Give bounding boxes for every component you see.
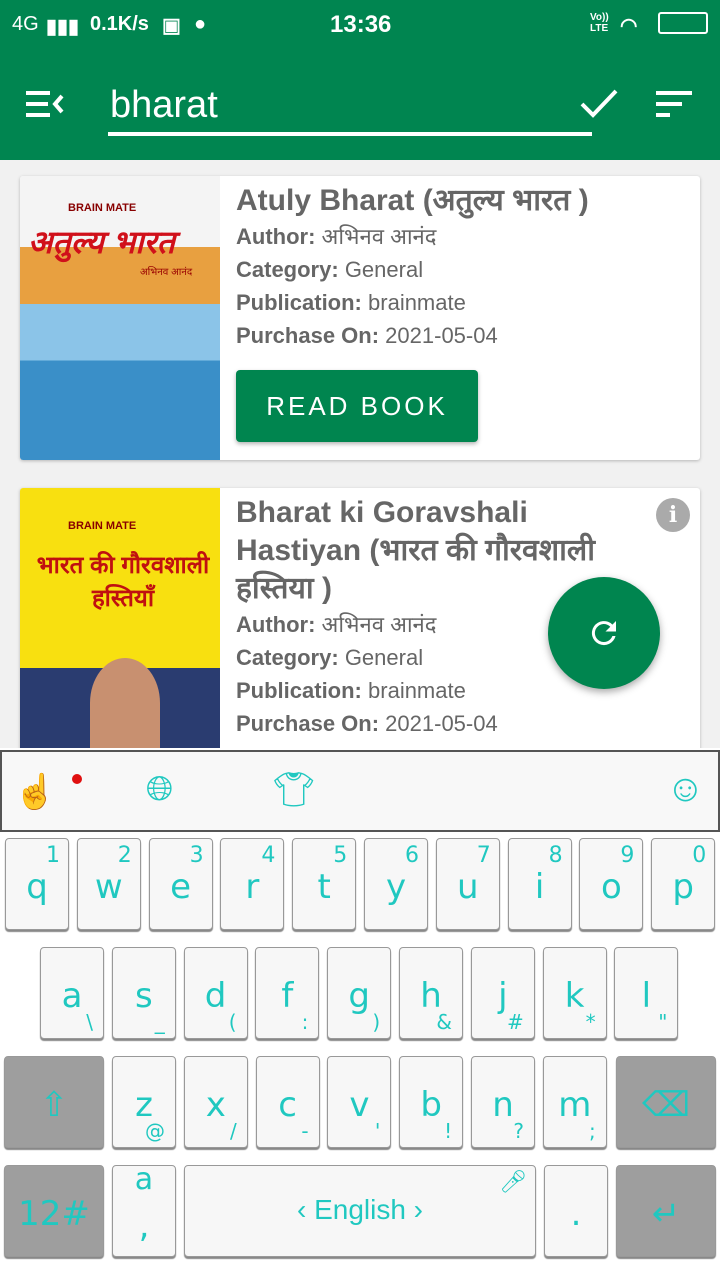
- period-key[interactable]: .: [544, 1165, 608, 1257]
- key-y[interactable]: y6: [364, 838, 428, 930]
- key-a[interactable]: a \: [40, 947, 104, 1039]
- menu-back-icon[interactable]: [26, 90, 66, 118]
- category-row: Category: General: [236, 257, 424, 282]
- keyboard-logo-icon[interactable]: ☝: [14, 772, 56, 812]
- search-input[interactable]: bharat: [108, 80, 592, 136]
- key-n[interactable]: n?: [471, 1056, 535, 1148]
- key-u[interactable]: u7: [435, 838, 500, 930]
- wifi-icon: ◠: [620, 15, 638, 37]
- key-f[interactable]: f:: [255, 947, 320, 1039]
- key-c[interactable]: c-: [255, 1056, 320, 1148]
- enter-key[interactable]: ↵: [616, 1165, 716, 1257]
- battery-icon: [658, 12, 708, 34]
- key-q[interactable]: q1: [5, 838, 69, 930]
- status-bar: 4G ▮▮▮ 0.1K/s ▣ ● 13:36 Vo)) LTE ◠: [0, 0, 720, 50]
- publication-row: Publication: brainmate: [236, 290, 466, 315]
- read-book-button[interactable]: READ BOOK: [236, 370, 478, 442]
- author-row: Author: अभिनव आनंद: [236, 224, 437, 249]
- key-l[interactable]: l ": [614, 947, 679, 1039]
- app-bar: bharat: [0, 50, 720, 160]
- key-s[interactable]: s _: [111, 947, 176, 1039]
- book-cover-image[interactable]: BRAIN MATE भारत की गौरवशाली हस्तियाँ: [20, 488, 220, 788]
- key-g[interactable]: g): [327, 947, 392, 1039]
- book-title: Atuly Bharat (अतुल्य भारत ): [236, 184, 589, 217]
- comma-key[interactable]: ,a: [112, 1162, 176, 1257]
- key-b[interactable]: b!: [399, 1056, 464, 1148]
- check-icon[interactable]: [580, 88, 618, 120]
- refresh-icon: [591, 621, 616, 646]
- network-type: 4G: [12, 13, 39, 35]
- key-j[interactable]: j #: [470, 947, 535, 1039]
- book-cover-image[interactable]: BRAIN MATE अतुल्य भारत अभिनव आनंद: [20, 176, 220, 460]
- key-m[interactable]: m;: [542, 1056, 607, 1148]
- key-x[interactable]: x /: [183, 1056, 248, 1148]
- key-k[interactable]: k *: [542, 947, 607, 1039]
- purchase-row: Purchase On: 2021-05-04: [236, 323, 498, 348]
- network-speed: 0.1K/s: [90, 13, 149, 35]
- volte-icon: Vo)) LTE: [590, 12, 609, 34]
- space-key[interactable]: ‹ English › 🎤︎: [184, 1165, 536, 1257]
- key-z[interactable]: z @: [112, 1056, 176, 1148]
- signal-icon: ▮▮▮: [46, 16, 80, 38]
- key-w[interactable]: w2: [76, 838, 141, 930]
- globe-icon[interactable]: 🌐︎: [146, 770, 173, 809]
- key-o[interactable]: o9: [579, 838, 644, 930]
- notification-dot: [72, 774, 82, 784]
- key-i[interactable]: i8: [507, 838, 572, 930]
- theme-shirt-icon[interactable]: 👕︎: [272, 770, 315, 810]
- key-d[interactable]: d(: [183, 947, 248, 1039]
- purchase-row: Purchase On: 2021-05-04: [236, 711, 498, 736]
- key-t[interactable]: t5: [292, 838, 357, 930]
- keyboard: ☝ 🌐︎ 👕︎ ☺ q 1 w 2 e 3 r 4 t 5 y 6 u 7 i 8 o 9 p 0 a \ s _ d(f: g)…: [0, 748, 720, 1280]
- keyboard-toolbar: ☝ 🌐︎ 👕︎ ☺: [0, 750, 720, 832]
- key-v[interactable]: v ': [327, 1056, 392, 1148]
- numbers-key[interactable]: 12#: [4, 1165, 104, 1257]
- book-card[interactable]: BRAIN MATE अतुल्य भारत अभिनव आनंद Atuly …: [20, 176, 700, 460]
- backspace-key[interactable]: ⌫: [616, 1056, 716, 1148]
- clock: 13:36: [330, 11, 392, 38]
- key-e[interactable]: e3: [148, 838, 213, 930]
- message-notification-icon: ●: [194, 13, 207, 35]
- shift-key[interactable]: ⇧: [4, 1056, 104, 1148]
- emoji-icon[interactable]: ☺: [666, 768, 705, 811]
- refresh-button[interactable]: [548, 577, 660, 689]
- sort-icon[interactable]: [656, 90, 694, 118]
- gallery-notification-icon: ▣: [162, 15, 181, 37]
- key-p[interactable]: p0: [651, 838, 716, 930]
- key-h[interactable]: h &: [399, 947, 463, 1039]
- info-icon[interactable]: i: [656, 498, 690, 532]
- microphone-icon: 🎤︎: [499, 1170, 527, 1195]
- key-r[interactable]: r4: [220, 838, 285, 930]
